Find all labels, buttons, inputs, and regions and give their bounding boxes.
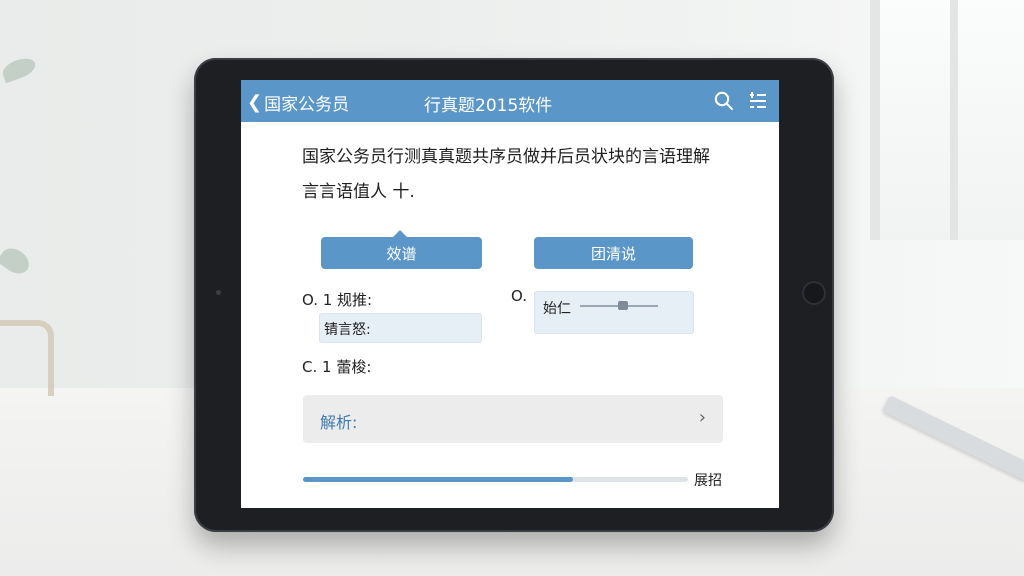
question-line-1: 国家公务员行测真真题共序员做并后员状块的言语理解 [302, 147, 710, 167]
chevron-right-icon: › [698, 407, 706, 428]
right-option-button[interactable]: 团清说 [534, 237, 693, 269]
top-nav-bar: ❮ 国家公务员 行真题2015软件 [241, 80, 779, 122]
progress-fill [303, 477, 573, 482]
left-option-button[interactable]: 效谱 [321, 230, 482, 269]
home-button[interactable] [802, 281, 826, 305]
background-window [870, 0, 1024, 240]
question-line-2: 言言语值人 十. [302, 182, 415, 202]
menu-list-icon[interactable] [747, 90, 769, 112]
search-icon[interactable] [713, 90, 735, 112]
analysis-label: 解析: [320, 413, 358, 432]
progress-label[interactable]: 展招 [694, 470, 722, 490]
chevron-left-icon: ❮ [247, 91, 263, 113]
option-b-answer: 始仁 [543, 301, 571, 317]
progress-bar [303, 477, 688, 482]
option-a-answer: 锖言怒: [324, 322, 371, 338]
tablet-device: ❮ 国家公务员 行真题2015软件 国家公务员行测真真题共序员做并后员状块的言语… [194, 58, 834, 532]
option-c-label: C. 1 蕾梭: [302, 358, 372, 376]
answer-slider-thumb[interactable] [617, 301, 628, 310]
page-title: 行真题2015软件 [424, 96, 553, 116]
option-b-label: O. [511, 287, 527, 305]
option-a-label: O. 1 规推: [302, 291, 373, 309]
option-a-answer-box[interactable]: 锖言怒: [319, 313, 482, 343]
back-label: 国家公务员 [264, 95, 350, 115]
tablet-screen: ❮ 国家公务员 行真题2015软件 国家公务员行测真真题共序员做并后员状块的言语… [241, 80, 779, 508]
option-b-answer-box[interactable]: 始仁 [534, 291, 694, 334]
camera [216, 290, 221, 295]
background-chair [0, 320, 54, 396]
analysis-row[interactable]: 解析: › [303, 395, 723, 443]
question-text: 国家公务员行测真真题共序员做并后员状块的言语理解 言言语值人 十. [302, 140, 742, 210]
back-button[interactable]: ❮ 国家公务员 [247, 90, 349, 115]
